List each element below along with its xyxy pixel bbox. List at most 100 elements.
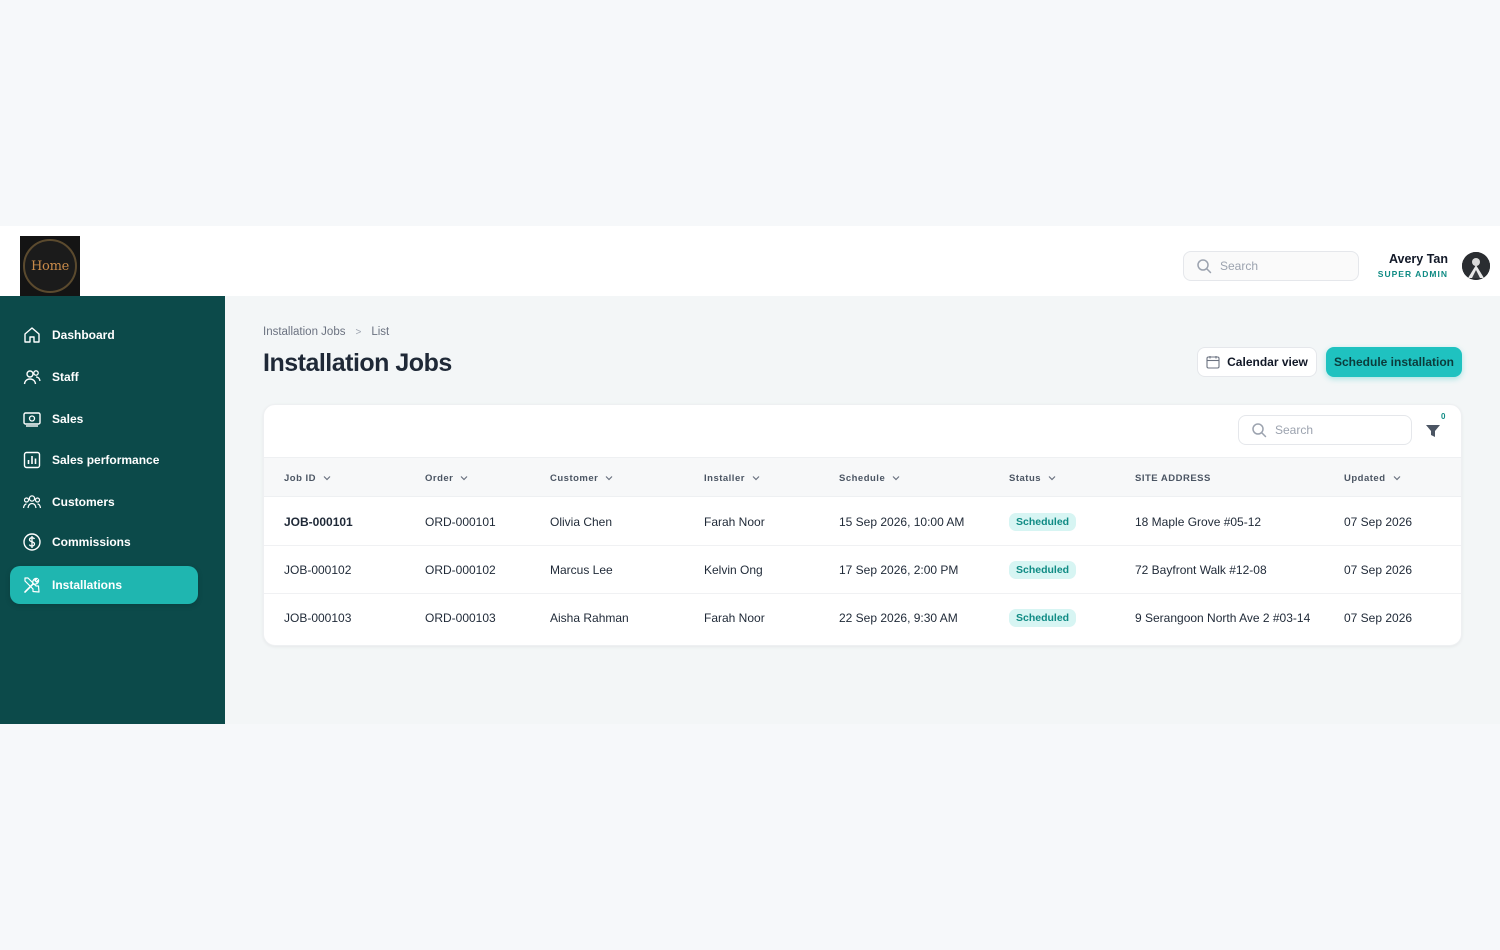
filter-count-badge: 0: [1441, 412, 1446, 421]
tools-icon: [24, 577, 40, 593]
sidebar-item-label: Commissions: [52, 535, 131, 549]
schedule-installation-label: Schedule installation: [1333, 355, 1455, 369]
table-cell-site-address: 18 Maple Grove #05-12: [1135, 515, 1262, 529]
cash-icon: [23, 412, 41, 427]
table-cell-schedule: 15 Sep 2026, 10:00 AM: [839, 515, 965, 529]
schedule-installation-button[interactable]: Schedule installation: [1326, 347, 1462, 377]
table-search-input[interactable]: [1275, 423, 1405, 437]
sidebar: Dashboard Staff Sales Sales performance Cust…: [0, 296, 225, 724]
logo-ring: Home: [23, 239, 77, 293]
calendar-view-button[interactable]: Calendar view: [1197, 347, 1317, 377]
column-header-label: Job ID: [284, 472, 317, 484]
column-header-label: Schedule: [839, 472, 886, 484]
home-icon: [24, 327, 40, 343]
sidebar-item-sales-performance[interactable]: Sales performance: [10, 441, 198, 479]
column-header-updated[interactable]: Updated: [1344, 458, 1402, 498]
breadcrumb-current: List: [371, 326, 390, 338]
filter-icon[interactable]: [1424, 422, 1442, 440]
table-cell-job-id[interactable]: JOB-000103: [284, 594, 351, 642]
table-cell-customer: Aisha Rahman: [550, 611, 629, 625]
table-search[interactable]: [1238, 415, 1412, 445]
bar-chart-icon: [23, 451, 41, 469]
column-header-job-id[interactable]: Job ID: [284, 458, 332, 498]
table-cell-schedule: 17 Sep 2026, 2:00 PM: [839, 563, 959, 577]
column-header-order[interactable]: Order: [425, 458, 469, 498]
search-icon: [1252, 423, 1267, 438]
calendar-view-label: Calendar view: [1227, 355, 1308, 369]
brand-logo[interactable]: Home: [20, 236, 80, 296]
breadcrumb: Installation Jobs > List: [263, 326, 389, 338]
sidebar-item-label: Installations: [52, 578, 123, 592]
sidebar-item-dashboard[interactable]: Dashboard: [10, 316, 198, 354]
column-header-site-address[interactable]: SITE ADDRESS: [1135, 458, 1211, 498]
sidebar-item-commissions[interactable]: Commissions: [10, 523, 198, 561]
status-badge: Scheduled: [1009, 561, 1077, 579]
chevron-down-icon: [752, 476, 760, 481]
app-window: Home Avery Tan SUPER ADMIN Dashboard Staf…: [0, 226, 1500, 724]
user-role: SUPER ADMIN: [1377, 269, 1448, 279]
jobs-table-card: 0 Job ID Order Customer Installer Schedule St…: [263, 404, 1462, 646]
chevron-down-icon: [605, 476, 613, 481]
column-header-label: SITE ADDRESS: [1135, 472, 1211, 484]
chevron-down-icon: [460, 476, 468, 481]
dollar-icon: [23, 533, 41, 551]
users-icon: [23, 370, 41, 385]
sidebar-item-staff[interactable]: Staff: [10, 358, 198, 396]
column-header-label: Order: [425, 472, 454, 484]
search-icon: [1197, 259, 1212, 274]
calendar-icon: [1206, 356, 1220, 369]
table-cell-status: Scheduled: [1009, 498, 1077, 546]
avatar[interactable]: [1462, 252, 1490, 280]
sidebar-item-label: Dashboard: [52, 328, 115, 342]
chevron-down-icon: [892, 476, 900, 481]
table-row[interactable]: JOB-000103 ORD-000103 Aisha Rahman Farah No…: [264, 594, 1461, 642]
table-cell-installer: Farah Noor: [704, 515, 765, 529]
table-cell-customer: Marcus Lee: [550, 563, 613, 577]
table-row[interactable]: JOB-000102 ORD-000102 Marcus Lee Kelvin Ong…: [264, 546, 1461, 594]
chevron-down-icon: [1048, 476, 1056, 481]
sidebar-item-label: Staff: [52, 370, 79, 384]
table-cell-customer: Olivia Chen: [550, 515, 613, 529]
table-cell-site-address: 72 Bayfront Walk #12-08: [1135, 563, 1267, 577]
user-name: Avery Tan: [1388, 252, 1448, 266]
sidebar-item-label: Customers: [52, 495, 115, 509]
sidebar-item-sales[interactable]: Sales: [10, 400, 198, 438]
table-cell-installer: Kelvin Ong: [704, 563, 763, 577]
sidebar-item-label: Sales performance: [52, 453, 160, 467]
sidebar-item-customers[interactable]: Customers: [10, 483, 198, 521]
status-badge: Scheduled: [1009, 609, 1077, 627]
chevron-down-icon: [1393, 476, 1400, 481]
table-cell-updated: 07 Sep 2026: [1344, 515, 1413, 529]
breadcrumb-parent[interactable]: Installation Jobs: [263, 326, 345, 338]
column-header-customer[interactable]: Customer: [550, 458, 614, 498]
sidebar-item-installations[interactable]: Installations: [10, 566, 198, 604]
logo-text: Home: [31, 258, 69, 274]
column-header-status[interactable]: Status: [1009, 458, 1057, 498]
table-cell-installer: Farah Noor: [704, 611, 765, 625]
table-cell-order: ORD-000101: [425, 515, 496, 529]
table-cell-site-address: 9 Serangoon North Ave 2 #03-14: [1135, 611, 1311, 625]
sidebar-item-label: Sales: [52, 412, 84, 426]
table-cell-job-id[interactable]: JOB-000102: [284, 546, 351, 594]
top-bar: Home Avery Tan SUPER ADMIN: [0, 226, 1500, 296]
table-cell-updated: 07 Sep 2026: [1344, 563, 1413, 577]
table-cell-status: Scheduled: [1009, 546, 1077, 594]
global-search[interactable]: [1183, 251, 1359, 281]
user-info[interactable]: Avery Tan SUPER ADMIN: [1378, 252, 1448, 279]
table-cell-job-id[interactable]: JOB-000101: [284, 498, 353, 546]
global-search-input[interactable]: [1220, 259, 1350, 273]
column-header-label: Customer: [550, 472, 599, 484]
table-header: Job ID Order Customer Installer Schedule Stat…: [264, 457, 1461, 497]
main-content: Installation Jobs > List Installation Jo…: [225, 296, 1500, 724]
customers-icon: [22, 495, 42, 509]
column-header-label: Status: [1009, 472, 1042, 484]
chevron-right-icon: >: [355, 326, 362, 338]
column-header-label: Installer: [704, 472, 745, 484]
column-header-label: Updated: [1344, 472, 1386, 484]
column-header-installer[interactable]: Installer: [704, 458, 761, 498]
table-cell-status: Scheduled: [1009, 594, 1077, 642]
avatar-image: [1462, 252, 1490, 280]
column-header-schedule[interactable]: Schedule: [839, 458, 901, 498]
table-cell-updated: 07 Sep 2026: [1344, 611, 1413, 625]
table-row[interactable]: JOB-000101 ORD-000101 Olivia Chen Farah Noo…: [264, 498, 1461, 546]
